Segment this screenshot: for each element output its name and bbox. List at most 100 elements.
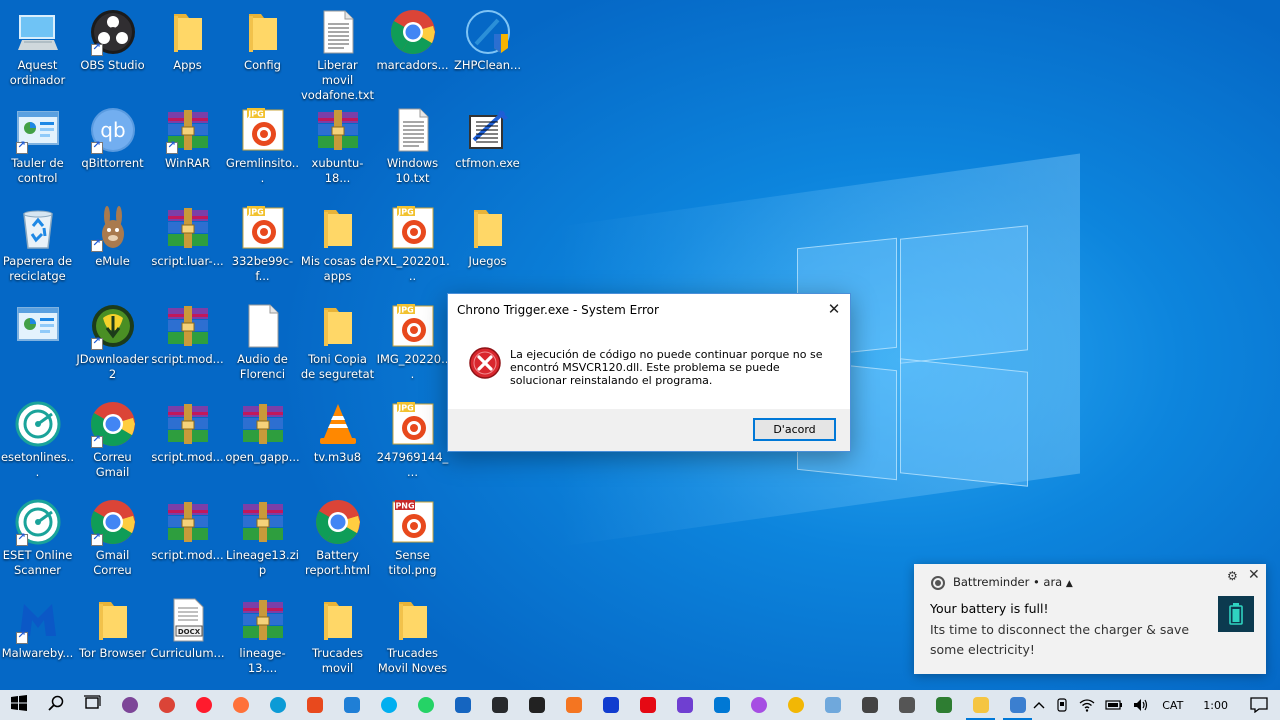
taskbar-netflix[interactable] bbox=[629, 690, 666, 720]
desktop-icon[interactable]: ctfmon.exe bbox=[450, 98, 525, 194]
wallpaper-window-pane bbox=[900, 358, 1028, 487]
taskbar-explorer[interactable] bbox=[962, 690, 999, 720]
search-icon bbox=[47, 695, 64, 715]
search-button[interactable] bbox=[37, 690, 74, 720]
taskbar-firefox[interactable] bbox=[222, 690, 259, 720]
desktop-icon[interactable]: JPG 332be99c-f... bbox=[225, 196, 300, 292]
toast-settings-button[interactable]: ⚙ bbox=[1227, 569, 1238, 583]
error-dialog: Chrono Trigger.exe - System Error ✕ La e… bbox=[447, 293, 851, 452]
desktop-icon[interactable]: lineage-13.... bbox=[225, 588, 300, 684]
desktop-icon[interactable]: Tor Browser bbox=[75, 588, 150, 684]
desktop-icon[interactable]: script.mod... bbox=[150, 490, 225, 586]
desktop-icon[interactable]: Juegos bbox=[450, 196, 525, 292]
desktop-icon[interactable]: PNG Sense titol.png bbox=[375, 490, 450, 586]
ok-button[interactable]: D'acord bbox=[753, 418, 836, 441]
taskbar-crunchyroll[interactable] bbox=[555, 690, 592, 720]
desktop-icon[interactable]: Lineage13.zip bbox=[225, 490, 300, 586]
desktop-icon[interactable]: ZHPClean... bbox=[450, 0, 525, 96]
taskbar-ccleaner[interactable] bbox=[296, 690, 333, 720]
desktop-icon[interactable]: JPG Gremlinsito... bbox=[225, 98, 300, 194]
jpg-file-icon: JPG bbox=[389, 400, 437, 448]
taskbar-skype[interactable] bbox=[370, 690, 407, 720]
desktop-icon[interactable]: marcadors... bbox=[375, 0, 450, 96]
taskbar-photos[interactable] bbox=[925, 690, 962, 720]
desktop-icon[interactable]: open_gapp... bbox=[225, 392, 300, 488]
wifi-icon[interactable] bbox=[1074, 690, 1100, 720]
desktop-icon[interactable]: Trucades Movil Noves bbox=[375, 588, 450, 684]
desktop-icon[interactable]: Trucades movil bbox=[300, 588, 375, 684]
action-center-icon[interactable] bbox=[1240, 690, 1280, 720]
wallpaper-window-pane bbox=[900, 225, 1028, 364]
taskbar-sticky[interactable] bbox=[777, 690, 814, 720]
desktop-icon[interactable]: JPG PXL_202201... bbox=[375, 196, 450, 292]
taskbar-whatsapp[interactable] bbox=[407, 690, 444, 720]
desktop-icon[interactable]: qb qBittorrent bbox=[75, 98, 150, 194]
taskbar-media[interactable] bbox=[518, 690, 555, 720]
desktop-icon[interactable]: Config bbox=[225, 0, 300, 96]
desktop-icon-label: Config bbox=[244, 58, 281, 72]
this-pc-icon bbox=[14, 8, 62, 56]
taskbar-calculator[interactable] bbox=[888, 690, 925, 720]
desktop-icon[interactable]: Malwareby... bbox=[0, 588, 75, 684]
desktop-icon[interactable]: Aquest ordinador bbox=[0, 0, 75, 96]
taskbar-display[interactable] bbox=[444, 690, 481, 720]
desktop-icon[interactable]: tv.m3u8 bbox=[300, 392, 375, 488]
task-view-button[interactable] bbox=[74, 690, 111, 720]
notification-toast[interactable]: Battreminder • ara ▲ ⚙ ✕ Your battery is… bbox=[914, 564, 1266, 674]
desktop-icon[interactable]: Audio de Florenci bbox=[225, 294, 300, 390]
dialog-close-button[interactable]: ✕ bbox=[818, 294, 850, 324]
taskbar-notepad[interactable] bbox=[814, 690, 851, 720]
taskbar-camera[interactable] bbox=[851, 690, 888, 720]
desktop-icon[interactable]: WinRAR bbox=[150, 98, 225, 194]
taskbar-tor[interactable] bbox=[111, 690, 148, 720]
desktop-icon[interactable] bbox=[0, 294, 75, 390]
desktop-icon[interactable]: xubuntu-18... bbox=[300, 98, 375, 194]
desktop-icon[interactable]: DOCX Curriculum... bbox=[150, 588, 225, 684]
usb-device-icon[interactable] bbox=[1050, 690, 1074, 720]
clock[interactable]: 1:00 bbox=[1191, 690, 1240, 720]
desktop-icon[interactable]: Battery report.html bbox=[300, 490, 375, 586]
desktop-icon[interactable]: script.mod... bbox=[150, 294, 225, 390]
desktop-icon[interactable]: JDownloader 2 bbox=[75, 294, 150, 390]
desktop-icon[interactable]: Correu Gmail bbox=[75, 392, 150, 488]
desktop-icon[interactable]: script.luar-... bbox=[150, 196, 225, 292]
desktop-icon-label: Correu Gmail bbox=[93, 450, 132, 479]
desktop-icon[interactable]: Liberar movil vodafone.txt bbox=[300, 0, 375, 102]
tray-overflow-chevron-icon[interactable] bbox=[1028, 690, 1050, 720]
desktop-icon[interactable]: JPG IMG_20220... bbox=[375, 294, 450, 390]
battery-status-icon[interactable] bbox=[1100, 690, 1128, 720]
desktop-icon[interactable]: eMule bbox=[75, 196, 150, 292]
volume-icon[interactable] bbox=[1128, 690, 1154, 720]
folder-icon bbox=[89, 596, 137, 644]
desktop-icon[interactable]: esetonlines... bbox=[0, 392, 75, 488]
desktop-icon[interactable]: Tauler de control bbox=[0, 98, 75, 194]
dialog-titlebar[interactable]: Chrono Trigger.exe - System Error ✕ bbox=[448, 294, 850, 325]
desktop-icon[interactable]: OBS Studio bbox=[75, 0, 150, 96]
task-view-icon bbox=[83, 695, 102, 715]
toast-close-button[interactable]: ✕ bbox=[1248, 567, 1260, 583]
input-language[interactable]: CAT bbox=[1154, 690, 1191, 720]
svg-text:qb: qb bbox=[100, 118, 125, 142]
desktop-icon[interactable]: Windows 10.txt bbox=[375, 98, 450, 194]
desktop-icon[interactable]: script.mod... bbox=[150, 392, 225, 488]
chevron-up-icon[interactable]: ▲ bbox=[1066, 579, 1073, 589]
taskbar-paint[interactable] bbox=[740, 690, 777, 720]
desktop-icon[interactable]: Paperera de reciclatge bbox=[0, 196, 75, 292]
desktop-icon[interactable]: Gmail Correu bbox=[75, 490, 150, 586]
desktop-icon[interactable]: JPG 247969144_... bbox=[375, 392, 450, 488]
desktop-icon-label: Trucades movil bbox=[311, 646, 364, 675]
taskbar-plex[interactable] bbox=[481, 690, 518, 720]
taskbar-opera[interactable] bbox=[185, 690, 222, 720]
desktop-icon[interactable]: ESET Online Scanner bbox=[0, 490, 75, 586]
start-button[interactable] bbox=[0, 690, 37, 720]
desktop-icon[interactable]: Apps bbox=[150, 0, 225, 96]
desktop-icon-label: xubuntu-18... bbox=[311, 156, 364, 185]
taskbar-zt[interactable] bbox=[666, 690, 703, 720]
taskbar-mail[interactable] bbox=[703, 690, 740, 720]
desktop-icon[interactable]: Mis cosas de apps bbox=[300, 196, 375, 292]
taskbar-edge[interactable] bbox=[259, 690, 296, 720]
taskbar-disney[interactable] bbox=[592, 690, 629, 720]
taskbar-jdownloader[interactable] bbox=[333, 690, 370, 720]
desktop-icon[interactable]: Toni Copia de seguretat bbox=[300, 294, 375, 390]
taskbar-chrome[interactable] bbox=[148, 690, 185, 720]
